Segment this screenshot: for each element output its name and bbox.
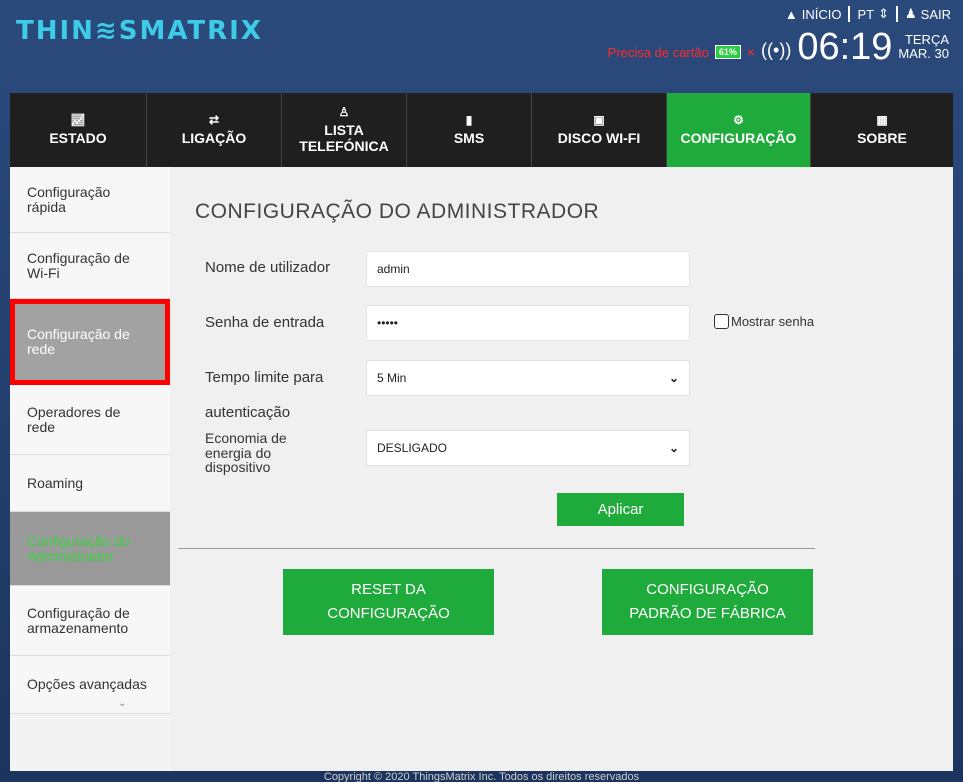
message-icon: ▮ (465, 113, 473, 128)
chevron-updown-icon[interactable]: ⇕ (878, 6, 889, 22)
chevron-down-icon: ⌄ (668, 371, 679, 385)
timeout-select[interactable]: 5 Min ⌄ (366, 360, 690, 396)
chevron-down-icon: ⌄ (118, 697, 127, 709)
clock-date: TERÇA MAR. 30 (898, 33, 949, 60)
factory-reset-button[interactable]: CONFIGURAÇÃO PADRÃO DE FÁBRICA (602, 569, 813, 635)
divider (848, 6, 851, 22)
sidebar-item-roaming[interactable]: Roaming (10, 455, 170, 512)
factory-line-2: PADRÃO DE FÁBRICA (629, 605, 786, 622)
top-links: ▲ INÍCIO PT ⇕ ♟ SAIR (785, 6, 951, 22)
section-divider (178, 548, 815, 549)
battery-icon: 61% (714, 45, 741, 59)
transfer-icon: ⇄ (208, 113, 220, 128)
sidebar-item-network-operators[interactable]: Operadores de rede (10, 385, 170, 455)
nav-ligacao[interactable]: ⇄ LIGAÇÃO (147, 93, 282, 167)
password-field[interactable]: ••••• (366, 305, 690, 341)
signal-icon: ((•)) (761, 39, 792, 60)
header: THIN≋SMATRIX ▲ INÍCIO PT ⇕ ♟ SAIR Precis… (0, 0, 963, 93)
sidebar-item-label: Configuração rápida (27, 183, 111, 215)
apply-button[interactable]: Aplicar (557, 493, 684, 526)
contact-icon: ♙ (338, 105, 350, 119)
nav-label: CONFIGURAÇÃO (680, 129, 797, 146)
language-select[interactable]: PT (857, 7, 874, 22)
sidebar-item-storage-config[interactable]: Configuração de armazenamento (10, 586, 170, 656)
sidebar-item-label: Opções avançadas (27, 676, 147, 693)
password-label: Senha de entrada (205, 314, 325, 331)
power-saving-select[interactable]: DESLIGADO ⌄ (366, 430, 690, 466)
sim-status: Precisa de cartão (607, 44, 709, 60)
nav-sobre[interactable]: ▦ SOBRE (811, 93, 953, 167)
chart-icon: 📈︎ (70, 113, 86, 128)
sidebar-item-wifi-config[interactable]: Configuração de Wi-Fi (10, 233, 170, 299)
clock-time: 06:19 (797, 26, 893, 68)
gears-icon: ⚙ (733, 113, 744, 128)
show-password-label: Mostrar senha (731, 314, 815, 329)
admin-config-panel: CONFIGURAÇÃO DO ADMINISTRADOR Nome de ut… (170, 167, 953, 771)
nav-estado[interactable]: 📈︎ ESTADO (10, 93, 147, 167)
brand-logo: THIN≋SMATRIX (16, 16, 263, 46)
power-saving-label: Economia de energia do dispositivo (205, 430, 287, 476)
reset-config-button[interactable]: RESET DA CONFIGURAÇÃO (283, 569, 494, 635)
disk-icon: ▣ (593, 113, 605, 128)
nav-label: SMS (453, 129, 485, 146)
info-icon: ▦ (876, 113, 888, 128)
divider (896, 6, 898, 22)
username-label: Nome de utilizador (205, 259, 331, 276)
nav-label: LISTA TELEFÓNICA (299, 121, 389, 154)
sidebar-item-label: Roaming (27, 474, 84, 491)
sidebar-item-label: Operadores de rede (27, 403, 121, 435)
reset-line-2: CONFIGURAÇÃO (327, 605, 450, 622)
sidebar-item-label: Configuração de armazenamento (27, 604, 130, 636)
sidebar-item-admin-config[interactable]: Configuração do Administrador (10, 512, 170, 586)
nav-label: DISCO WI-FI (557, 129, 641, 146)
logout-link[interactable]: SAIR (921, 7, 951, 22)
nav-label: LIGAÇÃO (181, 129, 247, 146)
day-label: TERÇA (904, 32, 949, 48)
user-icon: ♟ (905, 6, 917, 21)
factory-line-1: CONFIGURAÇÃO (646, 581, 769, 598)
checkbox-box[interactable] (714, 314, 729, 329)
sidebar-item-quick-config[interactable]: Configuração rápida (10, 167, 170, 233)
nav-configuracao[interactable]: ⚙ CONFIGURAÇÃO (667, 93, 811, 167)
sidebar-item-advanced-options[interactable]: Opções avançadas ⌄ (10, 656, 170, 714)
date-label: MAR. 30 (898, 46, 949, 61)
username-field[interactable]: admin (366, 251, 690, 287)
chevron-down-icon: ⌄ (668, 441, 679, 455)
status-bar: Precisa de cartão 61% × ((•)) 06:19 TERÇ… (608, 28, 949, 66)
power-saving-value: DESLIGADO (377, 441, 448, 455)
sidebar-item-label: Configuração de rede (27, 326, 130, 357)
nav-disco-wifi[interactable]: ▣ DISCO WI-FI (532, 93, 667, 167)
timeout-value: 5 Min (377, 371, 407, 385)
no-signal-icon: × (746, 44, 756, 60)
footer-copyright: Copyright © 2020 ThingsMatrix Inc. Todos… (323, 771, 640, 782)
home-icon: ▲ (784, 6, 798, 22)
home-link[interactable]: INÍCIO (802, 7, 842, 22)
sidebar: Configuração rápida Configuração de Wi-F… (10, 167, 170, 771)
nav-lista-telefonica[interactable]: ♙ LISTA TELEFÓNICA (282, 93, 407, 167)
main-panel: Configuração rápida Configuração de Wi-F… (10, 167, 953, 771)
page-title: CONFIGURAÇÃO DO ADMINISTRADOR (195, 200, 600, 223)
main-nav: 📈︎ ESTADO ⇄ LIGAÇÃO ♙ LISTA TELEFÓNICA ▮… (10, 93, 953, 167)
sidebar-item-network-config[interactable]: Configuração de rede (10, 299, 170, 385)
timeout-label-2: autenticação (205, 404, 291, 421)
sidebar-item-label: Configuração do Administrador (27, 532, 130, 564)
sidebar-item-label: Configuração de Wi-Fi (27, 249, 130, 281)
nav-label: ESTADO (49, 129, 107, 146)
nav-sms[interactable]: ▮ SMS (407, 93, 532, 167)
timeout-label: Tempo limite para (205, 369, 324, 386)
show-password-checkbox[interactable]: Mostrar senha (714, 314, 814, 329)
reset-line-1: RESET DA (351, 581, 426, 598)
nav-label: SOBRE (857, 129, 907, 146)
